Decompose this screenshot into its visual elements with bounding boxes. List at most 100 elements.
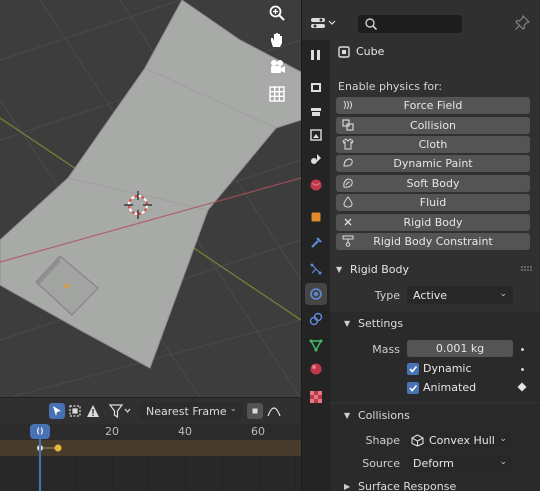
dynamic-paint-button[interactable]: Dynamic Paint xyxy=(336,155,530,172)
particles-tab-icon[interactable] xyxy=(305,258,327,280)
shape-value: Convex Hull xyxy=(429,433,495,447)
soft-body-button[interactable]: Soft Body xyxy=(336,175,530,192)
surface-response-subsection-header[interactable]: ▶ Surface Response xyxy=(334,478,538,491)
cloth-button[interactable]: Cloth xyxy=(336,136,530,153)
warning-icon[interactable] xyxy=(85,403,101,419)
checkbox-checked-icon[interactable] xyxy=(407,381,419,394)
collision-button[interactable]: Collision xyxy=(336,117,530,134)
keyframe-dot-icon[interactable] xyxy=(521,368,524,371)
collision-icon xyxy=(342,119,354,131)
dynamic-checkbox[interactable]: Dynamic xyxy=(407,362,472,375)
chevron-down-icon: ⌄ xyxy=(229,404,237,414)
keyframe-dot-icon[interactable] xyxy=(521,348,524,351)
timeline-header: Nearest Frame ⌄ xyxy=(0,398,301,424)
render-tab-icon[interactable] xyxy=(305,76,327,98)
snap-mode-dropdown[interactable]: Nearest Frame ⌄ xyxy=(140,402,242,420)
source-label: Source xyxy=(362,457,400,470)
expand-arrow-icon: ▼ xyxy=(344,410,351,420)
frame-tick-label: 60 xyxy=(251,425,265,438)
rigid-body-title: Rigid Body xyxy=(350,262,409,276)
constraints-tab-icon[interactable] xyxy=(305,308,327,330)
keyframe-summary-row[interactable] xyxy=(0,440,301,456)
enable-physics-label: Enable physics for: xyxy=(338,80,443,93)
material-tab-icon[interactable] xyxy=(305,358,327,380)
physics-panel: Cube Enable physics for: Force Field Col… xyxy=(330,40,540,491)
tool-tab-icon[interactable] xyxy=(305,44,327,66)
pan-hand-icon[interactable] xyxy=(268,31,294,57)
expand-arrow-icon: ▼ xyxy=(336,264,343,274)
animated-label: Animated xyxy=(423,381,477,394)
object-context: Cube xyxy=(338,45,384,58)
expand-arrow-icon: ▼ xyxy=(344,318,351,328)
chevron-down-icon: ⌄ xyxy=(499,457,507,467)
dynamic-label: Dynamic xyxy=(423,362,472,375)
snap-mode-value: Nearest Frame xyxy=(146,404,227,418)
view-layer-tab-icon[interactable] xyxy=(305,124,327,146)
auto-snap-icon[interactable] xyxy=(247,403,263,419)
texture-tab-icon[interactable] xyxy=(305,386,327,408)
keyframe-marker xyxy=(54,444,62,452)
object-name: Cube xyxy=(356,45,385,58)
surface-response-title: Surface Response xyxy=(358,479,457,491)
fluid-button[interactable]: Fluid xyxy=(336,194,530,211)
rigid-body-section-header[interactable]: ▼ Rigid Body xyxy=(330,258,540,280)
search-input[interactable] xyxy=(358,15,462,33)
playhead[interactable] xyxy=(39,424,41,491)
object-tab-icon[interactable] xyxy=(305,206,327,228)
shape-dropdown[interactable]: Convex Hull ⌄ xyxy=(407,431,513,449)
settings-title: Settings xyxy=(358,316,404,330)
convex-hull-icon xyxy=(411,433,424,447)
dynamic-paint-icon xyxy=(343,158,353,167)
filter-icon[interactable] xyxy=(107,403,133,419)
select-tool-icon[interactable] xyxy=(49,403,65,419)
rigid-body-constraint-button[interactable]: Rigid Body Constraint xyxy=(336,233,530,250)
zoom-icon[interactable] xyxy=(268,4,294,30)
modifiers-tab-icon[interactable] xyxy=(305,232,327,254)
rigid-body-button[interactable]: Rigid Body xyxy=(336,214,530,231)
timeline[interactable]: Nearest Frame ⌄ 0 20 40 60 xyxy=(0,397,301,491)
type-dropdown[interactable]: Active ⌄ xyxy=(407,286,513,304)
frame-ruler[interactable]: 0 20 40 60 xyxy=(0,424,301,440)
checkbox-checked-icon[interactable] xyxy=(407,362,419,375)
keyframe-diamond-icon[interactable] xyxy=(517,382,527,392)
chevron-down-icon: ⌄ xyxy=(499,434,507,444)
settings-subsection-header[interactable]: ▼ Settings xyxy=(334,312,538,334)
type-label: Type xyxy=(374,289,400,302)
editor-type-button[interactable] xyxy=(310,14,338,32)
properties-editor: Cube Enable physics for: Force Field Col… xyxy=(301,0,540,491)
output-tab-icon[interactable] xyxy=(305,100,327,122)
frame-tick-label: 20 xyxy=(105,425,119,438)
shape-label: Shape xyxy=(365,434,400,447)
collisions-subsection-header[interactable]: ▼ Collisions xyxy=(334,404,538,426)
animated-checkbox[interactable]: Animated xyxy=(407,381,476,394)
source-dropdown[interactable]: Deform ⌄ xyxy=(407,454,513,472)
cloth-icon xyxy=(342,138,354,150)
camera-view-icon[interactable] xyxy=(268,58,294,84)
object-icon xyxy=(338,45,350,58)
3d-viewport[interactable] xyxy=(0,0,301,397)
force-field-button[interactable]: Force Field xyxy=(336,97,530,114)
source-value: Deform xyxy=(413,456,454,470)
pin-icon[interactable] xyxy=(514,14,531,31)
timeline-body[interactable] xyxy=(0,456,301,491)
properties-tabs xyxy=(302,40,330,491)
rigid-body-constraint-icon xyxy=(342,235,354,247)
mass-label: Mass xyxy=(372,343,400,356)
proportional-falloff-icon[interactable] xyxy=(266,403,282,419)
world-tab-icon[interactable] xyxy=(305,174,327,196)
orthographic-grid-icon[interactable] xyxy=(268,85,294,111)
fluid-icon xyxy=(343,196,353,208)
ground-plane xyxy=(0,0,301,369)
force-field-icon xyxy=(343,100,352,110)
scene-tab-icon[interactable] xyxy=(305,148,327,170)
data-tab-icon[interactable] xyxy=(305,334,327,356)
type-value: Active xyxy=(413,288,448,302)
mass-field[interactable]: 0.001 kg xyxy=(407,340,513,357)
collisions-title: Collisions xyxy=(358,408,410,422)
collapsed-arrow-icon: ▶ xyxy=(344,481,351,491)
physics-tab-icon[interactable] xyxy=(305,283,327,305)
rigid-body-close-icon xyxy=(344,218,352,226)
chevron-down-icon: ⌄ xyxy=(499,289,507,299)
box-select-icon[interactable] xyxy=(67,403,83,419)
search-icon xyxy=(365,18,378,31)
